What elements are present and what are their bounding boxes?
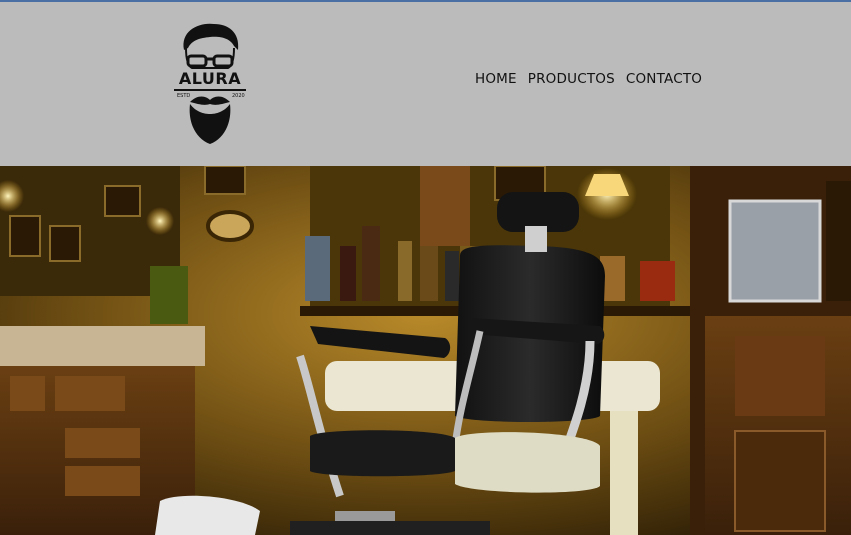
site-header: ALURA ESTD 2020 HOME PRODUCTOS CONTACTO <box>0 2 851 166</box>
hero-barbershop-image <box>0 166 851 535</box>
nav-productos-link[interactable]: PRODUCTOS <box>528 71 615 87</box>
logo-estd-text: ESTD <box>177 93 191 99</box>
nav-home-link[interactable]: HOME <box>475 71 517 87</box>
barbershop-photo <box>0 166 851 535</box>
main-nav: HOME PRODUCTOS CONTACTO <box>475 71 702 87</box>
nav-contacto-link[interactable]: CONTACTO <box>626 71 702 87</box>
logo-year-text: 2020 <box>232 93 245 99</box>
alura-logo[interactable]: ALURA ESTD 2020 <box>170 20 250 146</box>
logo-brand-text: ALURA <box>178 69 242 88</box>
